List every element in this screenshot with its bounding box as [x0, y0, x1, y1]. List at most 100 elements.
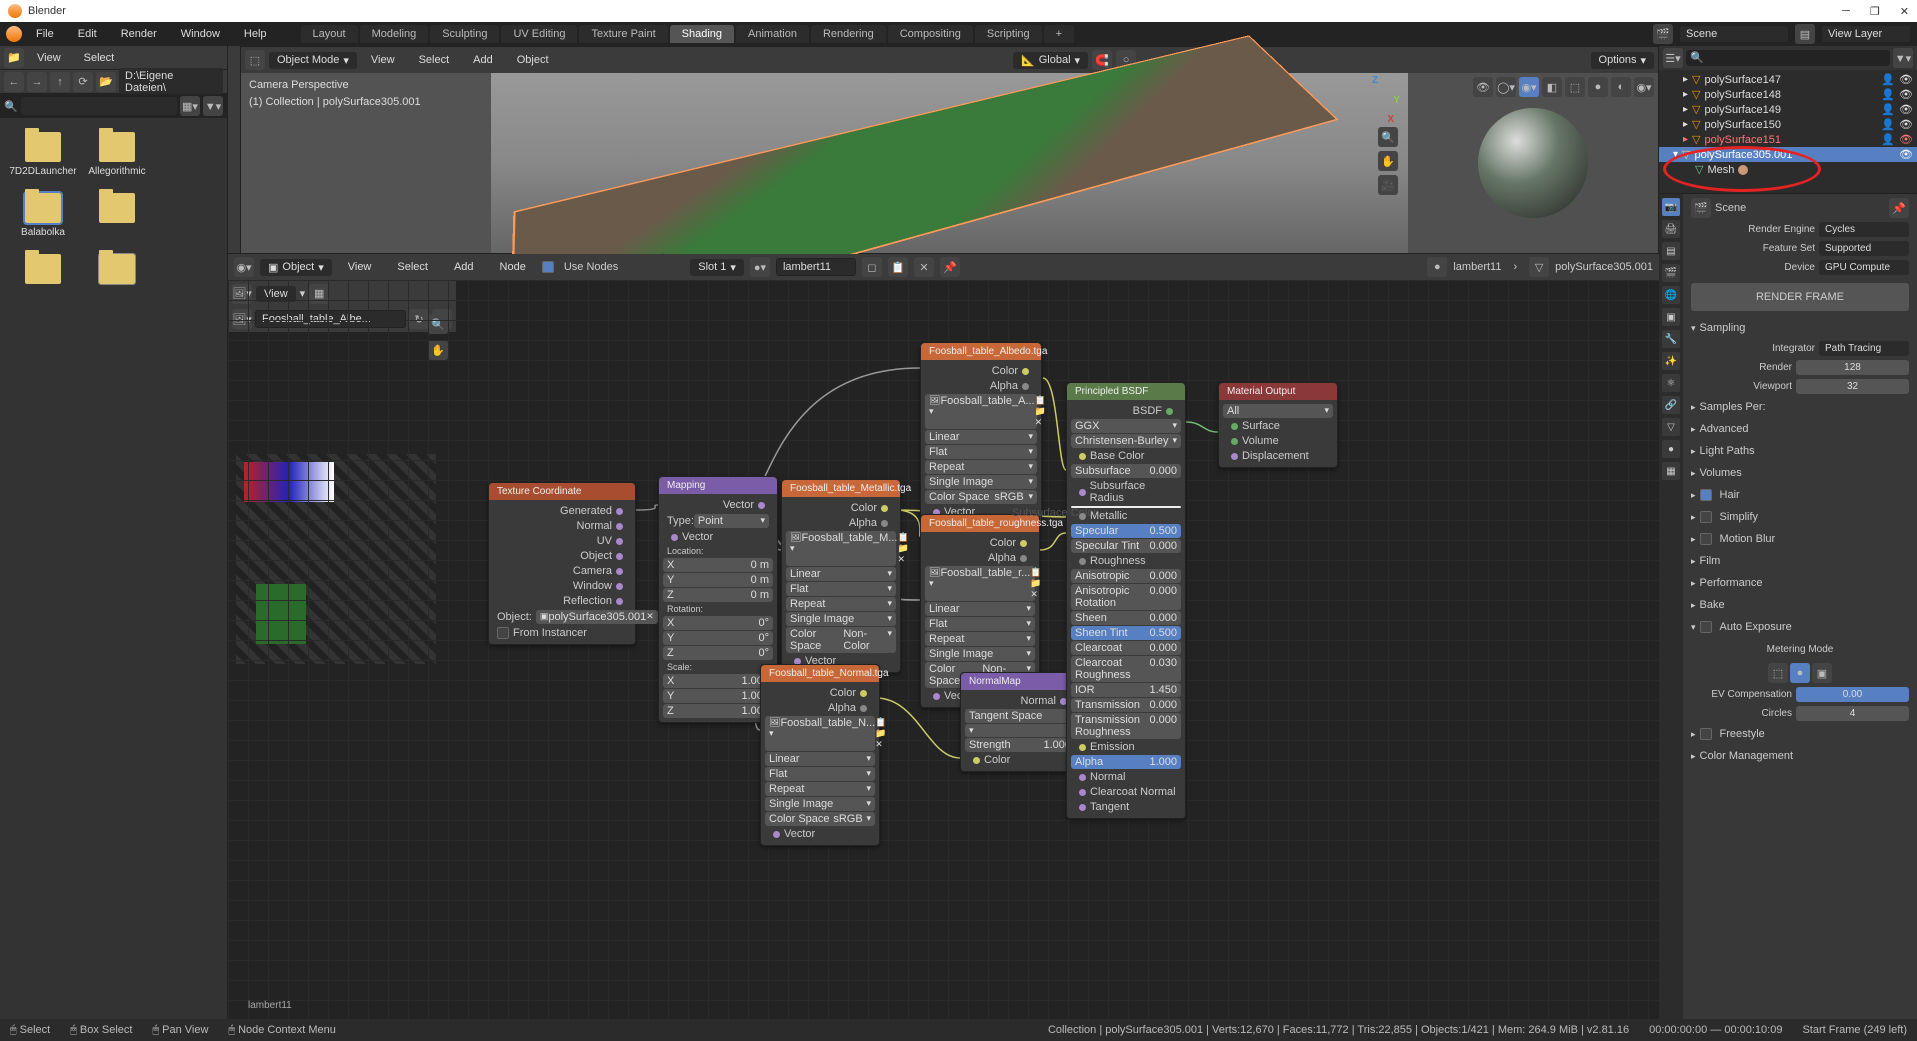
- vp-select[interactable]: Select: [409, 51, 460, 69]
- rtab-constraint[interactable]: 🔗: [1662, 396, 1680, 414]
- rtab-texture[interactable]: ▦: [1662, 462, 1680, 480]
- panel-colormgmt[interactable]: Color Management: [1691, 747, 1909, 765]
- node-normaltex[interactable]: Foosball_table_Normal.tga Color Alpha 🖼▾…: [760, 664, 880, 846]
- vp-object[interactable]: Object: [507, 51, 559, 69]
- ws-modeling[interactable]: Modeling: [360, 25, 429, 43]
- mat-browse[interactable]: ●▾: [750, 257, 770, 277]
- folder-item[interactable]: Allegorithmic: [88, 132, 146, 177]
- fb-path[interactable]: D:\Eigene Dateien\: [119, 68, 223, 96]
- slot-select[interactable]: Slot 1 ▾: [690, 259, 744, 276]
- gizmo-icon[interactable]: ◯▾: [1496, 77, 1516, 97]
- mat-del[interactable]: ✕: [914, 257, 934, 277]
- orient-select[interactable]: 📐 Global ▾: [1013, 52, 1088, 69]
- obj-ico[interactable]: ▽: [1529, 257, 1549, 277]
- fb-select[interactable]: Select: [74, 49, 125, 67]
- render-engine[interactable]: Cycles: [1819, 222, 1909, 237]
- nav-gizmo[interactable]: Z Y X: [1352, 77, 1398, 123]
- outliner-item[interactable]: ▸ ▽ polySurface147👤 👁: [1659, 72, 1917, 87]
- ws-texturepaint[interactable]: Texture Paint: [579, 25, 667, 43]
- fb-refresh[interactable]: ⟳: [73, 72, 93, 92]
- node-principled[interactable]: Principled BSDF BSDF GGX ▾ Christensen-B…: [1066, 382, 1186, 819]
- outliner-item[interactable]: ▸ ▽ polySurface151👤 👁: [1659, 132, 1917, 147]
- pin-icon[interactable]: 📌: [1889, 198, 1909, 218]
- viewlayer-field[interactable]: View Layer: [1821, 25, 1911, 43]
- vp-editor-icon[interactable]: ⬚: [245, 50, 265, 70]
- mat-new[interactable]: ◻: [862, 257, 882, 277]
- rtab-material[interactable]: ●: [1662, 440, 1680, 458]
- fb-display[interactable]: ▦▾: [180, 96, 200, 116]
- mode-select[interactable]: Object Mode ▾: [269, 52, 357, 69]
- vp-view[interactable]: View: [361, 51, 405, 69]
- rtab-output[interactable]: 🖨: [1662, 220, 1680, 238]
- ws-animation[interactable]: Animation: [736, 25, 809, 43]
- overlay-icon[interactable]: ◉▾: [1519, 77, 1539, 97]
- outliner-item[interactable]: ▸ ▽ polySurface149👤 👁: [1659, 102, 1917, 117]
- panel-volumes[interactable]: Volumes: [1691, 464, 1909, 482]
- menu-window[interactable]: Window: [171, 25, 230, 43]
- zoom-icon[interactable]: 🔍: [1378, 127, 1398, 147]
- menu-file[interactable]: File: [26, 25, 64, 43]
- viewlayer-icon[interactable]: ▤: [1795, 24, 1815, 44]
- fb-view[interactable]: View: [27, 49, 71, 67]
- node-output[interactable]: Material Output All ▾ Surface Volume Dis…: [1218, 382, 1338, 468]
- render-samples[interactable]: 128: [1796, 360, 1909, 375]
- feature-set[interactable]: Supported: [1819, 241, 1909, 256]
- ws-rendering[interactable]: Rendering: [811, 25, 886, 43]
- node-metallic[interactable]: Foosball_table_Metallic.tga Color Alpha …: [781, 479, 901, 673]
- menu-render[interactable]: Render: [111, 25, 167, 43]
- panel-simplify[interactable]: Simplify: [1691, 508, 1909, 526]
- use-nodes-check[interactable]: [542, 261, 554, 273]
- panel-sampling[interactable]: Sampling: [1691, 319, 1909, 337]
- fb-search[interactable]: [21, 97, 177, 115]
- panel-autoexp[interactable]: Auto Exposure: [1691, 618, 1909, 636]
- xray-icon[interactable]: ◧: [1542, 77, 1562, 97]
- folder-item[interactable]: [88, 254, 146, 299]
- rtab-viewlayer[interactable]: ▤: [1662, 242, 1680, 260]
- folder-item[interactable]: Balabolka: [14, 193, 72, 238]
- fb-fwd[interactable]: →: [27, 72, 47, 92]
- samples-per[interactable]: Samples Per:: [1691, 398, 1909, 416]
- filter-icon[interactable]: ▼▾: [1893, 48, 1913, 68]
- fb-editor-icon[interactable]: 📁: [4, 48, 24, 68]
- ws-add[interactable]: +: [1044, 25, 1074, 43]
- fb-newdir[interactable]: 📂: [96, 72, 116, 92]
- rtab-particle[interactable]: ✨: [1662, 352, 1680, 370]
- mat-name[interactable]: lambert11: [776, 258, 856, 276]
- meter-1[interactable]: ⬚: [1768, 663, 1788, 683]
- snap-icon[interactable]: 🧲: [1092, 50, 1112, 70]
- ws-sculpting[interactable]: Sculpting: [430, 25, 499, 43]
- vp-add[interactable]: Add: [463, 51, 503, 69]
- rtab-mesh[interactable]: ▽: [1662, 418, 1680, 436]
- meter-2[interactable]: ●: [1790, 663, 1810, 683]
- menu-help[interactable]: Help: [234, 25, 277, 43]
- panel-bake[interactable]: Bake: [1691, 596, 1909, 614]
- rendered-icon[interactable]: ◉▾: [1634, 77, 1654, 97]
- matprev-icon[interactable]: ◐: [1611, 77, 1631, 97]
- integrator[interactable]: Path Tracing: [1819, 341, 1909, 356]
- ws-compositing[interactable]: Compositing: [888, 25, 973, 43]
- folder-item[interactable]: [88, 193, 146, 238]
- pin-icon[interactable]: 📌: [940, 257, 960, 277]
- meter-3[interactable]: ▣: [1812, 663, 1832, 683]
- ne-view[interactable]: View: [338, 258, 382, 276]
- rtab-object[interactable]: ▣: [1662, 308, 1680, 326]
- outliner-item-active[interactable]: ▾ ▽ polySurface305.001👁: [1659, 147, 1917, 162]
- scene-field[interactable]: Scene: [1679, 25, 1789, 43]
- mat-copy[interactable]: 📋: [888, 257, 908, 277]
- fb-back[interactable]: ←: [4, 72, 24, 92]
- fb-up[interactable]: ↑: [50, 72, 70, 92]
- panel-hair[interactable]: Hair: [1691, 486, 1909, 504]
- panel-lightpaths[interactable]: Light Paths: [1691, 442, 1909, 460]
- maximize-button[interactable]: ❐: [1870, 5, 1880, 18]
- folder-item[interactable]: 7D2DLauncher: [14, 132, 72, 177]
- ev-comp[interactable]: 0.00: [1796, 687, 1909, 702]
- ws-uvediting[interactable]: UV Editing: [501, 25, 577, 43]
- panel-freestyle[interactable]: Freestyle: [1691, 725, 1909, 743]
- scene-icon[interactable]: 🎬: [1653, 24, 1673, 44]
- node-albedo[interactable]: Foosball_table_Albedo.tga Color Alpha 🖼▾…: [920, 342, 1042, 524]
- outliner-icon[interactable]: ☰▾: [1663, 48, 1683, 68]
- rtab-render[interactable]: 📷: [1662, 198, 1680, 216]
- ne-add[interactable]: Add: [444, 258, 484, 276]
- vis-icon[interactable]: 👁: [1473, 77, 1493, 97]
- minimize-button[interactable]: ─: [1842, 5, 1850, 18]
